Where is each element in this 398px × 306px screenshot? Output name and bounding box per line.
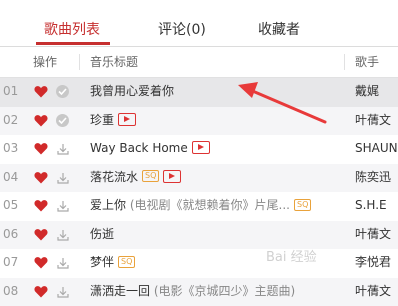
table-row[interactable]: 03 Way Back Home SHAUN — [0, 135, 398, 164]
table-row[interactable]: 07 梦伴 SQ 李悦君 — [0, 249, 398, 278]
sq-badge: SQ — [142, 170, 159, 182]
header-artist[interactable]: 歌手 — [355, 47, 379, 77]
heart-icon[interactable] — [34, 256, 48, 269]
song-title-text: 梦伴 — [90, 255, 114, 269]
track-number: 06 — [3, 221, 18, 248]
check-circle-icon — [56, 85, 69, 98]
track-number: 04 — [3, 164, 18, 191]
heart-icon[interactable] — [34, 228, 48, 241]
heart-icon[interactable] — [34, 142, 48, 155]
mv-play-icon[interactable] — [192, 141, 210, 154]
column-divider — [79, 54, 80, 70]
track-number: 02 — [3, 107, 18, 134]
download-icon[interactable] — [56, 170, 70, 184]
song-title[interactable]: 我曾用心爱着你 — [90, 78, 342, 105]
heart-icon[interactable] — [34, 285, 48, 298]
song-title-text: 我曾用心爱着你 — [90, 84, 174, 98]
sq-badge: SQ — [118, 256, 135, 268]
song-title[interactable]: 潇洒走一回 (电影《京城四少》主题曲) — [90, 278, 342, 305]
active-tab-indicator — [36, 42, 110, 45]
track-number: 03 — [3, 135, 18, 162]
track-number: 08 — [3, 278, 18, 305]
song-list: 01我曾用心爱着你戴娓02珍重叶蒨文03Way Back HomeSHAUN04… — [0, 78, 398, 306]
mv-play-icon[interactable] — [118, 113, 136, 126]
song-title-text: 珍重 — [90, 113, 114, 127]
song-title[interactable]: 爱上你 (电视剧《就想赖着你》片尾... SQ — [90, 192, 342, 219]
heart-icon[interactable] — [34, 199, 48, 212]
song-title-text: 落花流水 — [90, 170, 138, 184]
table-header: 操作 音乐标题 歌手 — [0, 47, 398, 78]
track-number: 01 — [3, 78, 18, 105]
download-icon[interactable] — [56, 255, 70, 269]
song-subtitle: (电影《京城四少》主题曲) — [154, 284, 295, 298]
download-icon[interactable] — [56, 284, 70, 298]
artist-name[interactable]: 陈奕迅 — [355, 164, 391, 191]
song-title-text: 爱上你 — [90, 198, 126, 212]
song-subtitle: (电视剧《就想赖着你》片尾... — [130, 198, 290, 212]
artist-name[interactable]: 叶蒨文 — [355, 221, 391, 248]
song-title[interactable]: 珍重 — [90, 107, 342, 134]
header-title[interactable]: 音乐标题 — [90, 47, 138, 77]
sq-badge: SQ — [294, 199, 311, 211]
check-circle-icon — [56, 114, 69, 127]
download-icon[interactable] — [56, 227, 70, 241]
heart-icon[interactable] — [34, 114, 48, 127]
mv-play-icon[interactable] — [163, 170, 181, 183]
tab-bar: 歌曲列表 评论(0) 收藏者 — [0, 0, 398, 47]
artist-name[interactable]: 戴娓 — [355, 78, 379, 105]
table-row[interactable]: 08 潇洒走一回 (电影《京城四少》主题曲) 叶蒨文 — [0, 278, 398, 306]
track-number: 07 — [3, 249, 18, 276]
song-title-text: 伤逝 — [90, 227, 114, 241]
artist-name[interactable]: S.H.E — [355, 192, 387, 219]
header-actions: 操作 — [33, 47, 57, 77]
table-row[interactable]: 05 爱上你 (电视剧《就想赖着你》片尾... SQ S.H.E — [0, 192, 398, 221]
song-title[interactable]: Way Back Home — [90, 135, 342, 162]
song-title-text: 潇洒走一回 — [90, 284, 150, 298]
download-icon[interactable] — [56, 141, 70, 155]
heart-icon[interactable] — [34, 85, 48, 98]
tab-comments[interactable]: 评论(0) — [158, 21, 206, 39]
tab-song-list[interactable]: 歌曲列表 — [44, 21, 100, 39]
column-divider — [344, 54, 345, 70]
tab-collectors[interactable]: 收藏者 — [258, 21, 300, 39]
heart-icon[interactable] — [34, 171, 48, 184]
song-title[interactable]: 伤逝 — [90, 221, 342, 248]
artist-name[interactable]: SHAUN — [355, 135, 398, 162]
watermark: Bai 经验 — [266, 246, 317, 265]
track-number: 05 — [3, 192, 18, 219]
table-row[interactable]: 04 落花流水 SQ 陈奕迅 — [0, 164, 398, 193]
artist-name[interactable]: 李悦君 — [355, 249, 391, 276]
table-row[interactable]: 06 伤逝 叶蒨文 — [0, 221, 398, 250]
download-icon[interactable] — [56, 198, 70, 212]
artist-name[interactable]: 叶蒨文 — [355, 107, 391, 134]
song-title-text: Way Back Home — [90, 141, 188, 155]
artist-name[interactable]: 叶蒨文 — [355, 278, 391, 305]
song-title[interactable]: 落花流水 SQ — [90, 164, 342, 191]
table-row[interactable]: 01 我曾用心爱着你 戴娓 — [0, 78, 398, 107]
table-row[interactable]: 02 珍重 叶蒨文 — [0, 107, 398, 136]
